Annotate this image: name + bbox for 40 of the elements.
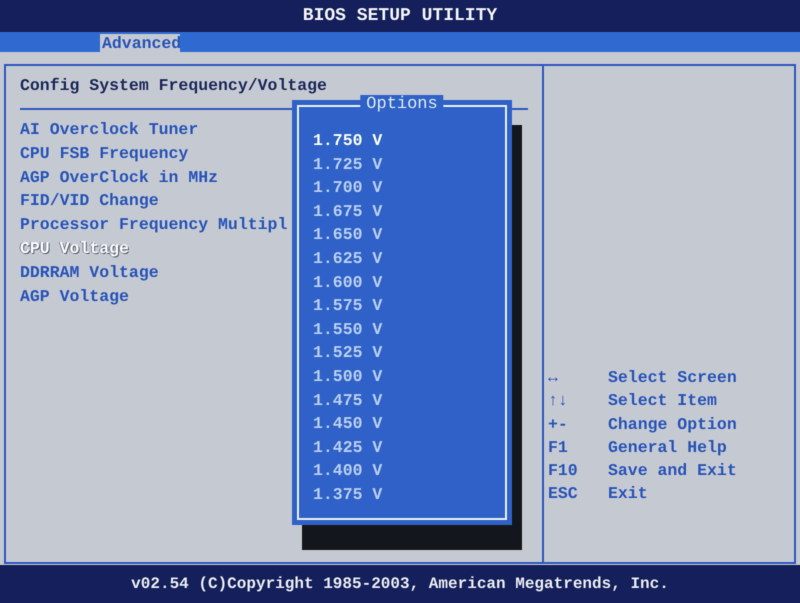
key-description: General Help [608,436,727,459]
option-item[interactable]: 1.525 V [313,341,505,365]
option-item[interactable]: 1.675 V [313,200,505,224]
option-item[interactable]: 1.750 V [313,129,505,153]
tab[interactable]: Advanced [100,34,180,52]
option-item[interactable]: 1.575 V [313,294,505,318]
option-item[interactable]: 1.625 V [313,246,505,271]
option-item[interactable]: 1.450 V [313,412,505,436]
key-label: F1 [548,436,569,459]
option-item[interactable]: 1.475 V [313,388,505,412]
option-item[interactable]: 1.550 V [313,318,505,342]
copyright-text: v02.54 (C)Copyright 1985-2003, American Megatrends, Inc. [131,575,669,593]
option-item[interactable]: 1.375 V [313,482,505,506]
menu-item[interactable]: DDRRAM Voltage [20,260,159,285]
window-title: BIOS SETUP UTILITY [302,6,498,26]
popup-title: Options [360,95,444,114]
menu-item[interactable]: AGP OverClock in MHz [20,166,218,190]
option-item[interactable]: 1.725 V [313,152,505,176]
option-item[interactable]: 1.500 V [313,364,505,389]
key-label: ↔ [548,367,559,389]
menu-item[interactable]: FID/VID Change [20,189,159,214]
menu-item[interactable]: AGP Voltage [20,284,129,308]
option-item[interactable]: 1.425 V [313,436,505,460]
key-label: +- [548,414,569,436]
key-label: ↑↓ [548,390,569,412]
option-item[interactable]: 1.400 V [313,459,505,483]
key-description: Exit [608,483,648,506]
option-item[interactable]: 1.700 V [313,176,505,200]
option-item[interactable]: 1.600 V [313,270,505,294]
section-title: Config System Frequency/Voltage [20,76,328,97]
key-label: ESC [548,483,579,506]
key-description: Change Option [608,414,737,436]
key-description: Select Item [608,390,717,412]
menu-item[interactable]: AI Overclock Tuner [20,118,198,142]
option-item[interactable]: 1.650 V [313,223,505,247]
key-description: Save and Exit [608,460,737,482]
key-description: Select Screen [608,367,737,389]
menu-item[interactable]: Processor Frequency Multipl [20,213,288,237]
key-label: F10 [548,460,579,482]
menu-item[interactable]: CPU FSB Frequency [20,142,188,166]
